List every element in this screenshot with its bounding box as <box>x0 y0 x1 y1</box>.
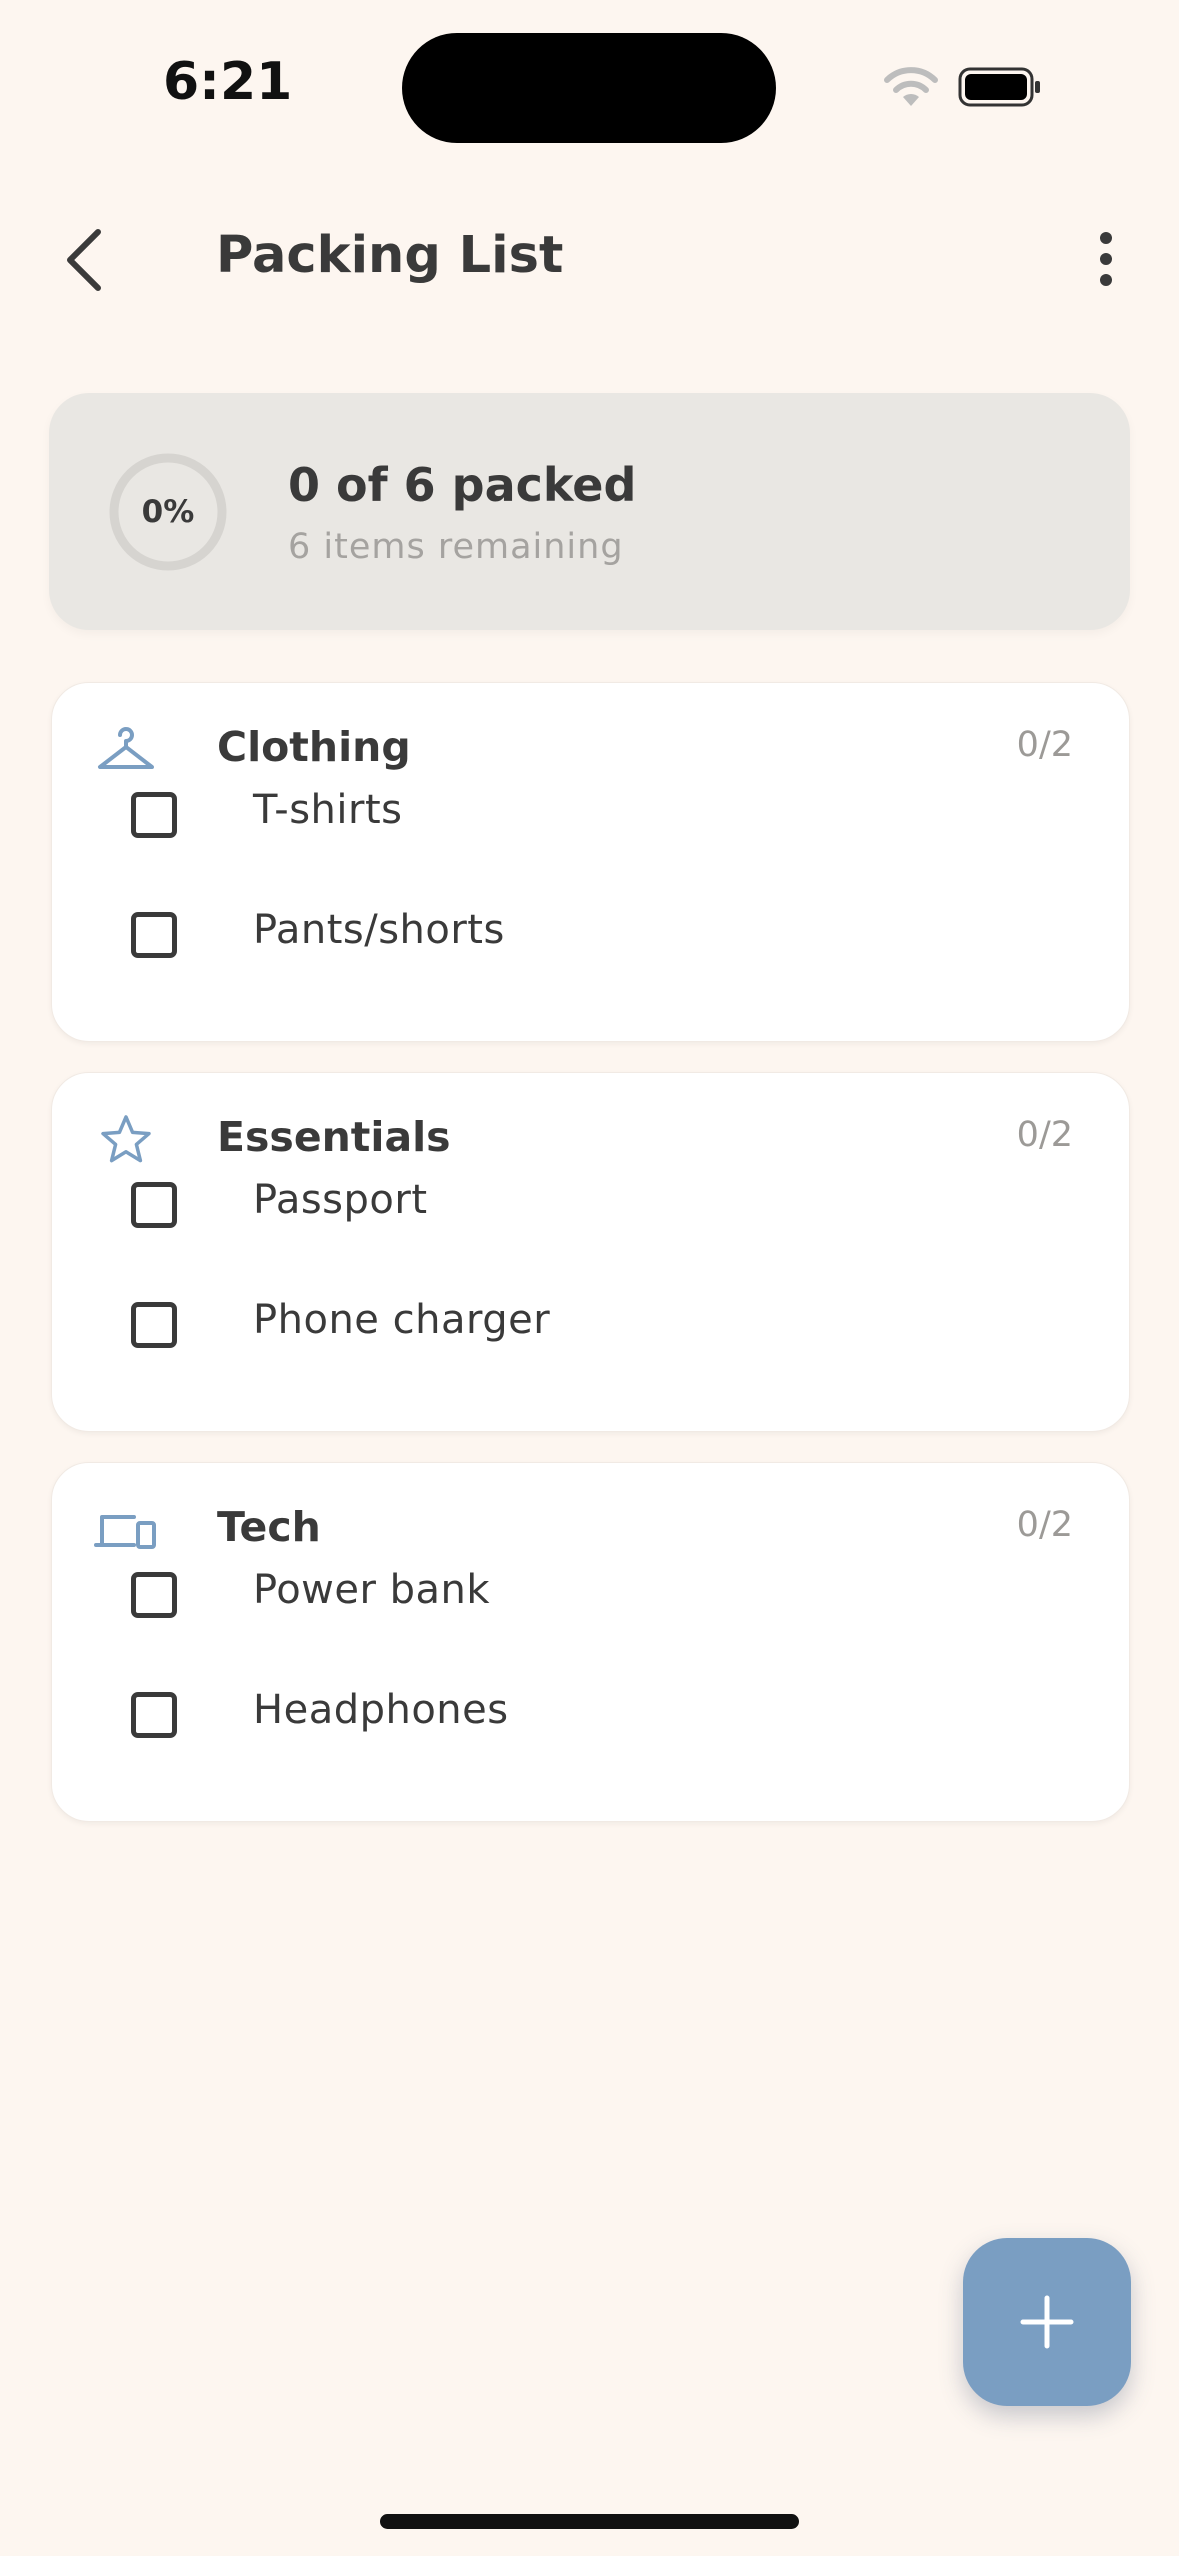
dynamic-island <box>402 33 776 143</box>
packing-item-passport[interactable]: Passport <box>52 1155 1129 1265</box>
more-vertical-icon[interactable] <box>1086 228 1126 290</box>
packing-item-phone-charger[interactable]: Phone charger <box>52 1275 1129 1385</box>
item-label: T-shirts <box>253 787 403 833</box>
item-checkbox[interactable] <box>131 1302 177 1348</box>
category-card-tech: Tech 0/2 Power bank Headphones <box>51 1462 1130 1822</box>
category-title: Tech <box>217 1503 321 1551</box>
item-checkbox[interactable] <box>131 792 177 838</box>
item-label: Power bank <box>253 1567 491 1613</box>
progress-remaining: 6 items remaining <box>288 527 624 567</box>
progress-percent: 0% <box>141 494 195 530</box>
category-card-clothing: Clothing 0/2 T-shirts Pants/shorts <box>51 682 1130 1042</box>
packing-item-pants-shorts[interactable]: Pants/shorts <box>52 885 1129 995</box>
chevron-left-icon[interactable] <box>56 222 112 298</box>
item-checkbox[interactable] <box>131 1182 177 1228</box>
packing-item-headphones[interactable]: Headphones <box>52 1665 1129 1775</box>
item-checkbox[interactable] <box>131 1692 177 1738</box>
packing-list-screen: 6:21 Packing List 0% 0 of 6 packed 6 ite… <box>0 0 1179 2556</box>
plus-icon <box>1020 2295 1074 2349</box>
status-time: 6:21 <box>163 52 293 112</box>
item-label: Headphones <box>253 1687 509 1733</box>
home-indicator <box>380 2514 799 2529</box>
category-count: 0/2 <box>1016 725 1073 765</box>
wifi-icon <box>884 67 938 106</box>
item-label: Pants/shorts <box>253 907 505 953</box>
packing-item-power-bank[interactable]: Power bank <box>52 1545 1129 1655</box>
packing-item-tshirts[interactable]: T-shirts <box>52 765 1129 875</box>
item-checkbox[interactable] <box>131 912 177 958</box>
item-label: Phone charger <box>253 1297 551 1343</box>
add-item-button[interactable] <box>963 2238 1131 2406</box>
category-card-essentials: Essentials 0/2 Passport Phone charger <box>51 1072 1130 1432</box>
item-checkbox[interactable] <box>131 1572 177 1618</box>
category-title: Essentials <box>217 1113 451 1161</box>
category-title: Clothing <box>217 723 411 771</box>
progress-packed-count: 0 of 6 packed <box>288 458 637 512</box>
item-label: Passport <box>253 1177 428 1223</box>
progress-summary-card: 0% 0 of 6 packed 6 items remaining <box>49 393 1130 630</box>
category-count: 0/2 <box>1016 1115 1073 1155</box>
battery-icon <box>958 67 1040 107</box>
page-title: Packing List <box>216 226 564 285</box>
category-count: 0/2 <box>1016 1505 1073 1545</box>
